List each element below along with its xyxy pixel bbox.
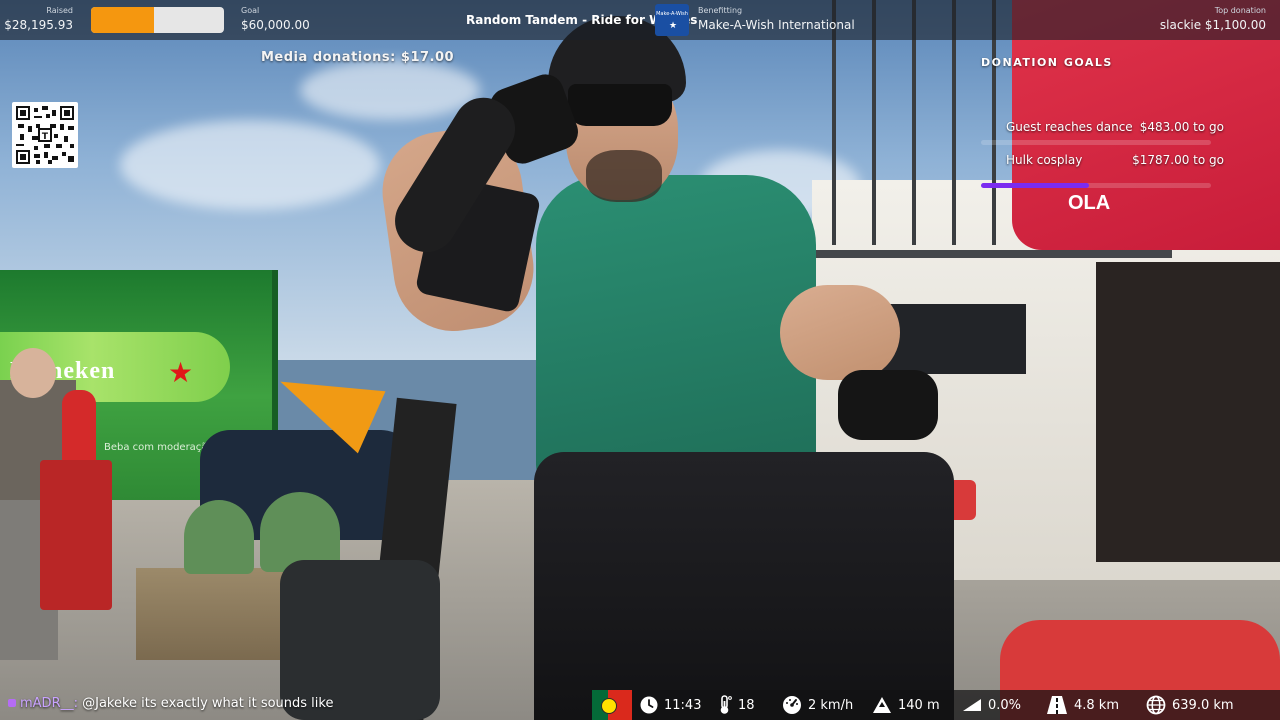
cafe-door [1096, 262, 1280, 562]
cloud [120, 120, 380, 210]
stat-speed-value: 2 km/h [808, 697, 854, 713]
stat-total-distance-value: 639.0 km [1172, 697, 1234, 713]
goal-remaining: $1787.00 to go [1132, 153, 1224, 167]
rider-beard [586, 150, 662, 202]
mountain-icon [873, 697, 891, 713]
fundraiser-bar: Raised $28,195.93 Goal $60,000.00 Random… [0, 0, 1280, 40]
goal-block: Goal $60,000.00 [241, 6, 310, 33]
clock-icon [640, 696, 658, 714]
speedometer-icon [783, 696, 801, 714]
stat-segment-distance-value: 4.8 km [1074, 697, 1119, 713]
stat-segment-distance: 4.8 km [1046, 690, 1119, 720]
pedestrian-head [10, 348, 56, 398]
charity-logo-text: Make-A-Wish [656, 11, 688, 17]
chat-message: mADR__: @Jakeke its exactly what it soun… [8, 696, 333, 711]
globe-icon [1146, 695, 1166, 715]
fundraiser-progress-fill [91, 7, 154, 33]
stream-video: Heineken ★ Beba com moderação OLA [0, 0, 1280, 720]
road-icon [1047, 696, 1067, 714]
stat-time-value: 11:43 [664, 697, 702, 713]
donation-goal-progress-bar [981, 183, 1211, 188]
donation-goals-title: DONATION GOALS [981, 56, 1113, 69]
plant [184, 500, 254, 574]
cloud [300, 60, 480, 120]
raised-label: Raised [46, 6, 73, 15]
stat-temperature-value: 18 [738, 697, 755, 713]
rider-sunglasses [568, 84, 672, 126]
stat-total-distance: 639.0 km [1146, 690, 1234, 720]
benefitting-label: Benefitting [698, 6, 743, 15]
slope-icon [963, 699, 981, 711]
ride-stats-bar: 11:43 18 2 km/h 140 m 0.0% 4.8 km 639.0 … [592, 690, 1280, 720]
rider-arm [780, 285, 900, 380]
media-donations-total: Media donations: $17.00 [261, 50, 455, 65]
stat-temperature: 18 [718, 690, 755, 720]
rider-jersey [536, 175, 816, 485]
star-icon: ★ [669, 21, 678, 31]
donation-goal-progress-bar [981, 140, 1211, 145]
donation-goal-progress-fill [981, 183, 1090, 188]
top-donation-block: Top donation slackie $1,100.00 [1160, 6, 1266, 33]
svg-text:T: T [42, 132, 49, 142]
top-donation-label: Top donation [1214, 6, 1266, 15]
thermometer-icon [720, 695, 732, 714]
goal-name: Hulk cosplay [1006, 153, 1083, 167]
chat-text: @Jakeke its exactly what it sounds like [82, 696, 334, 711]
top-donation-value: slackie $1,100.00 [1159, 18, 1266, 32]
hand-cart [40, 460, 112, 610]
stat-time: 11:43 [640, 690, 701, 720]
fundraiser-progress-bar [91, 7, 224, 33]
goal-value: $60,000.00 [241, 18, 310, 32]
chat-username: mADR__: [20, 696, 78, 711]
raised-block: Raised $28,195.93 [4, 6, 73, 33]
benefitting-value: Make-A-Wish International [698, 18, 855, 32]
rider-glove [838, 370, 938, 440]
handlebar-bag [534, 452, 954, 720]
chat-badge-icon [8, 699, 16, 707]
make-a-wish-logo: Make-A-Wish ★ [655, 4, 689, 36]
stat-speed: 2 km/h [782, 690, 853, 720]
stat-grade-value: 0.0% [988, 697, 1022, 713]
goal-label: Goal [241, 6, 260, 15]
goal-remaining: $483.00 to go [1139, 120, 1224, 134]
stat-altitude-value: 140 m [898, 697, 940, 713]
portugal-flag [592, 690, 632, 720]
qr-code-icon[interactable]: T [12, 102, 78, 168]
stat-grade: 0.0% [962, 690, 1021, 720]
benefitting-block: Benefitting Make-A-Wish International [698, 6, 855, 33]
stat-altitude: 140 m [872, 690, 940, 720]
qr-code-graphic: T [16, 106, 74, 164]
goal-name: Guest reaches dance [1006, 120, 1133, 134]
raised-value: $28,195.93 [4, 18, 73, 32]
